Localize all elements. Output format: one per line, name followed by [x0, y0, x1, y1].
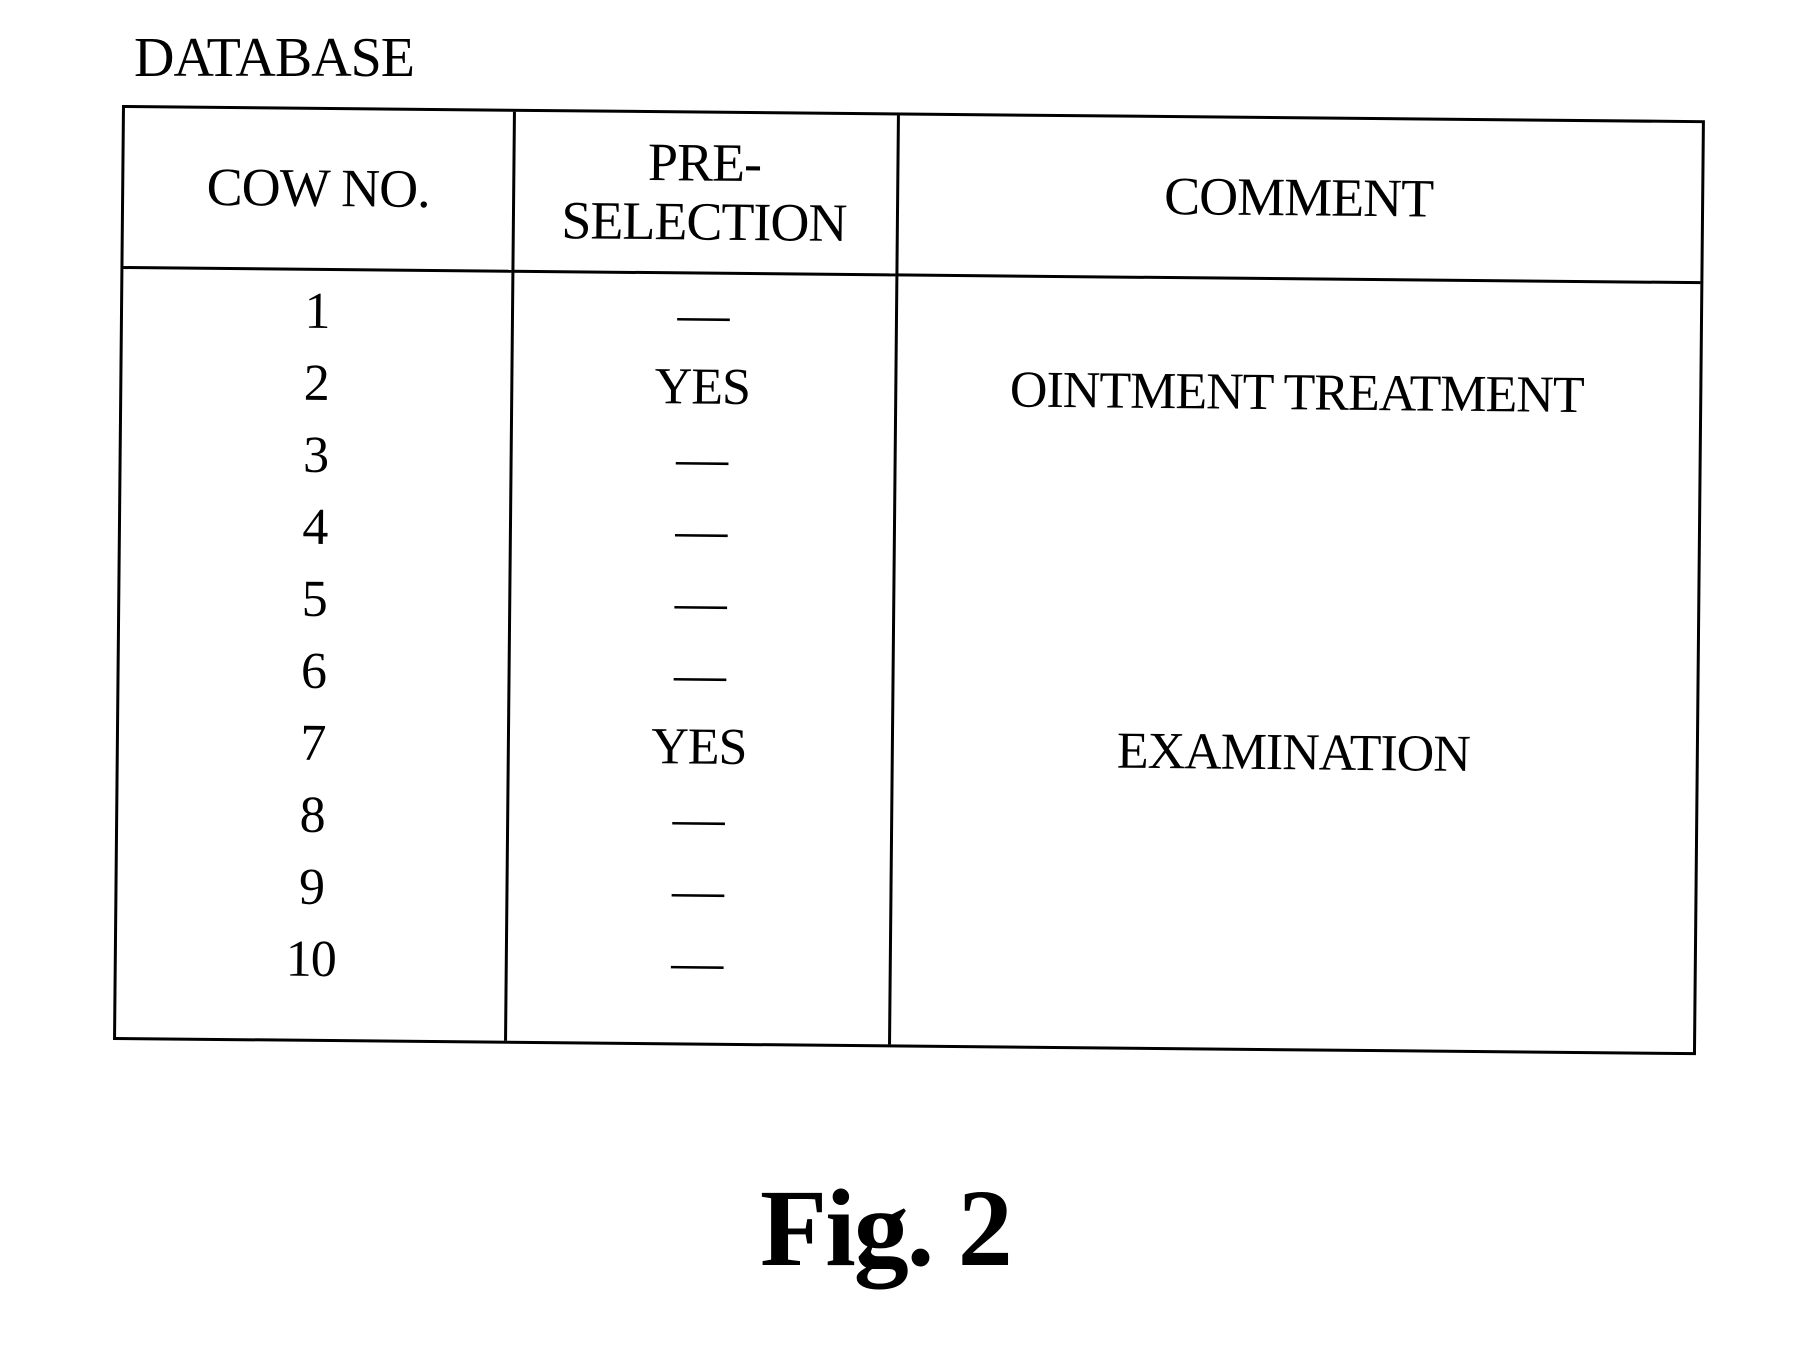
preselection-cell: —: [673, 645, 726, 704]
cow-number-cell: 4: [302, 498, 328, 556]
cow-number-cell: 5: [301, 570, 328, 628]
cow-number-cell: 10: [285, 930, 337, 988]
preselection-cell: —: [671, 861, 724, 920]
preselection-cell: —: [674, 573, 727, 632]
preselection-cell: —: [672, 789, 724, 848]
cow-number-cell: 3: [302, 426, 329, 484]
comment-cell: [888, 928, 1694, 1008]
preselection-cell: —: [675, 501, 727, 560]
preselection-cells: — YES — — — — YES — — —: [504, 273, 895, 1045]
comment-cell: [889, 856, 1695, 936]
cow-number-cell: 1: [304, 282, 330, 340]
comment-cell: OINTMENT TREATMENT: [1009, 361, 1584, 424]
preselection-cell: —: [677, 285, 729, 344]
header-comment: COMMENT: [895, 115, 1702, 285]
cow-number-cell: 2: [303, 354, 330, 412]
comment-cells: OINTMENT TREATMENT EXAMINATION: [888, 276, 1700, 1052]
preselection-cell: YES: [654, 357, 751, 416]
comment-cell: EXAMINATION: [1116, 722, 1471, 783]
column-comment: COMMENT OINTMENT TREATMENT EXAMINATION: [888, 115, 1702, 1052]
preselection-cell: —: [671, 933, 723, 992]
figure-caption: Fig. 2: [760, 1167, 1013, 1289]
comment-cell: [892, 568, 1698, 648]
cow-no-cells: 1 2 3 4 5 6 7 8 9 10: [116, 269, 511, 1041]
comment-cell: [891, 640, 1697, 720]
database-title: DATABASE: [134, 27, 415, 89]
comment-cell: [893, 496, 1699, 576]
database-table: COW NO. 1 2 3 4 5 6 7 8 9 10 PRE- SELECTION — YES —…: [113, 105, 1705, 1056]
cow-number-cell: 6: [300, 642, 327, 700]
column-preselection: PRE- SELECTION — YES — — — — YES — — —: [504, 111, 900, 1045]
cow-number-cell: 7: [300, 714, 326, 772]
header-preselection: PRE- SELECTION: [511, 111, 897, 277]
comment-cell: [893, 424, 1699, 504]
header-cow-no: COW NO.: [123, 108, 513, 273]
preselection-cell: —: [675, 429, 728, 488]
comment-cell: [890, 784, 1696, 864]
preselection-cell: YES: [650, 717, 747, 776]
cow-number-cell: 9: [298, 858, 325, 916]
column-cow-no: COW NO. 1 2 3 4 5 6 7 8 9 10: [116, 108, 516, 1041]
cow-number-cell: 8: [299, 786, 325, 844]
comment-cell: [895, 280, 1701, 360]
